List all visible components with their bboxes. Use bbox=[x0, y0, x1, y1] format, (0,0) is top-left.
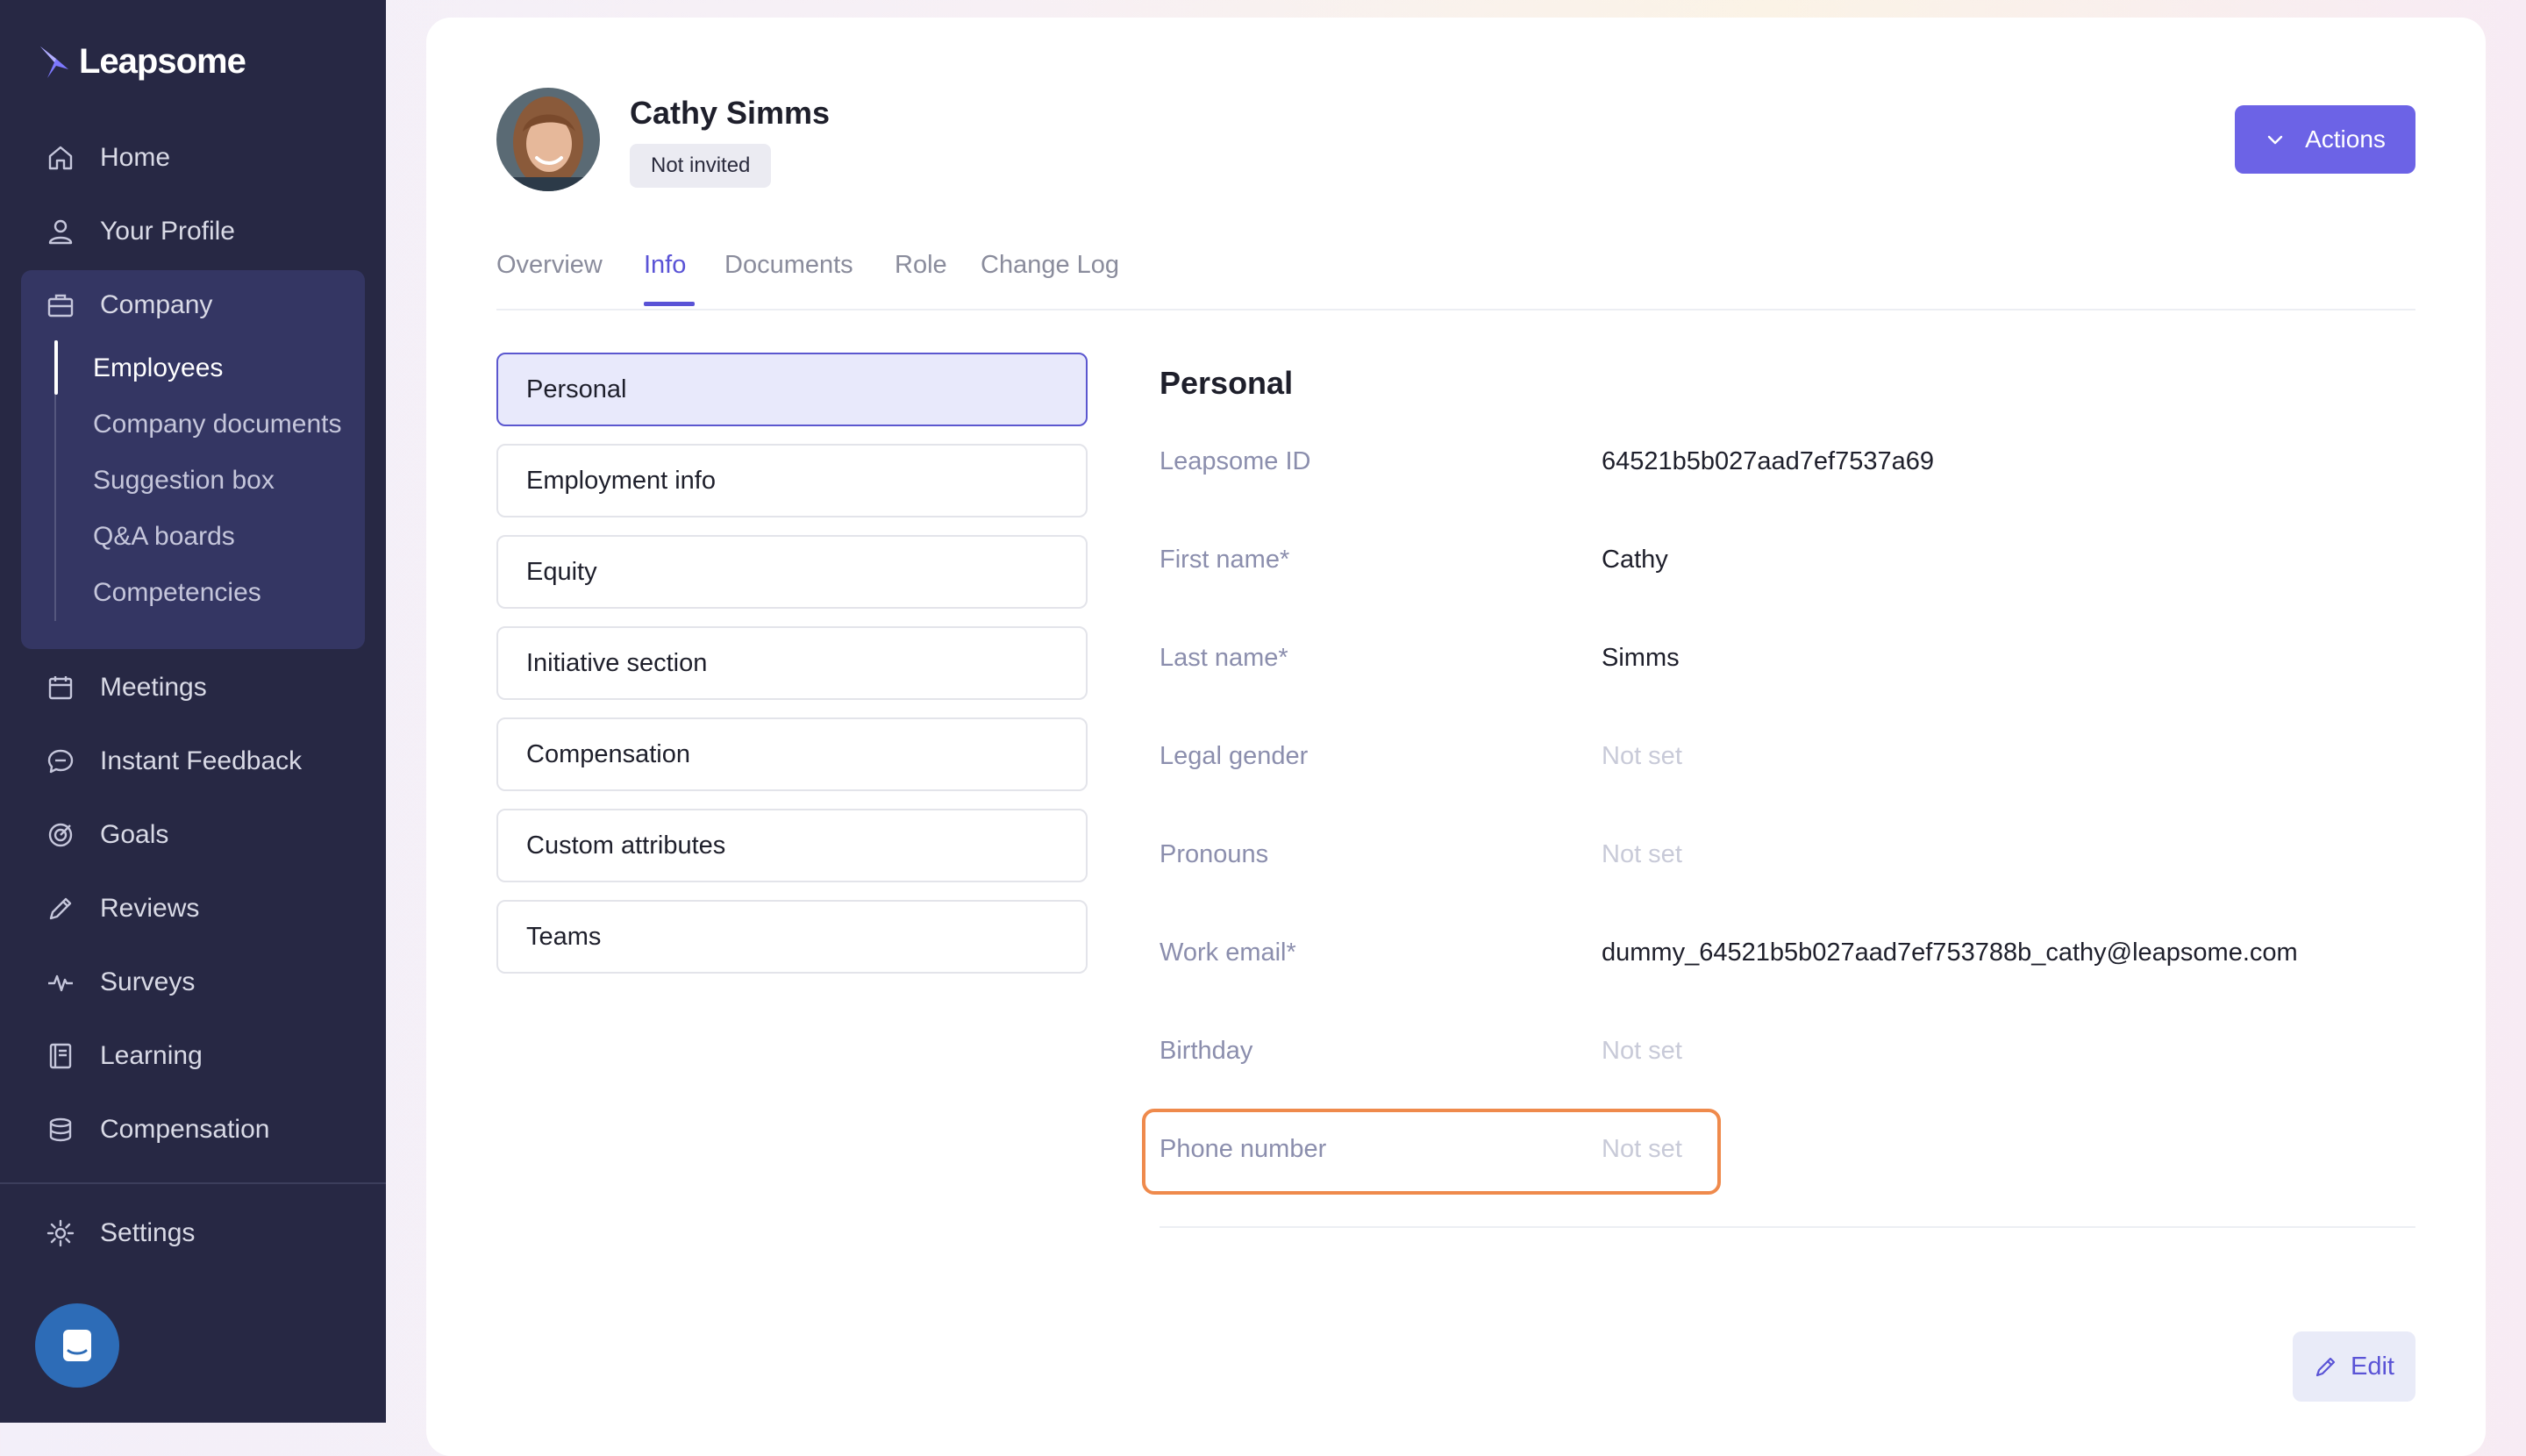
sidebar-item-your-profile[interactable]: Your Profile bbox=[46, 207, 235, 256]
sidebar-item-label: Company bbox=[100, 290, 213, 319]
sidebar: Leapsome Home Your Profile Company Emplo… bbox=[0, 0, 386, 1423]
employee-name: Cathy Simms bbox=[630, 95, 831, 131]
field-value-legal-gender: Not set bbox=[1602, 742, 1682, 770]
edit-button[interactable]: Edit bbox=[2293, 1331, 2415, 1402]
sidebar-item-compensation[interactable]: Compensation bbox=[46, 1105, 269, 1154]
chevron-down-icon bbox=[2267, 135, 2283, 145]
chat-launcher-button[interactable] bbox=[35, 1303, 119, 1388]
status-badge: Not invited bbox=[630, 144, 772, 188]
field-value-phone-number: Not set bbox=[1602, 1135, 1682, 1163]
home-icon bbox=[48, 146, 73, 170]
field-label-pronouns: Pronouns bbox=[1160, 840, 1269, 868]
tab-overview[interactable]: Overview bbox=[496, 251, 603, 280]
sidebar-item-learning[interactable]: Learning bbox=[46, 1031, 203, 1081]
tab-documents[interactable]: Documents bbox=[724, 251, 853, 280]
avatar-photo bbox=[496, 88, 600, 191]
detail-title: Personal bbox=[1160, 365, 1294, 401]
field-label-work-email: Work email* bbox=[1160, 939, 1296, 967]
sidebar-subitem-qa-boards[interactable]: Q&A boards bbox=[93, 517, 235, 556]
sidebar-item-company[interactable]: Company bbox=[46, 281, 212, 330]
field-value-pronouns: Not set bbox=[1602, 840, 1682, 868]
tab-role[interactable]: Role bbox=[895, 251, 947, 280]
sidebar-item-label: Learning bbox=[100, 1041, 203, 1070]
pencil-icon bbox=[2316, 1357, 2336, 1377]
sidebar-item-home[interactable]: Home bbox=[46, 133, 170, 182]
section-personal[interactable]: Personal bbox=[496, 353, 1088, 426]
tab-change-log[interactable]: Change Log bbox=[981, 251, 1119, 280]
actions-label: Actions bbox=[2305, 125, 2386, 153]
sidebar-item-label: Settings bbox=[100, 1218, 196, 1247]
sidebar-item-label: Instant Feedback bbox=[100, 746, 303, 775]
section-equity[interactable]: Equity bbox=[496, 535, 1088, 609]
sidebar-item-instant-feedback[interactable]: Instant Feedback bbox=[46, 737, 302, 786]
section-teams[interactable]: Teams bbox=[496, 900, 1088, 974]
field-label-phone-number: Phone number bbox=[1160, 1135, 1327, 1163]
sidebar-subitem-competencies[interactable]: Competencies bbox=[93, 574, 261, 612]
field-value-birthday: Not set bbox=[1602, 1037, 1682, 1065]
chat-bubble-icon bbox=[47, 749, 74, 774]
sidebar-item-label: Surveys bbox=[100, 967, 196, 996]
sidebar-item-surveys[interactable]: Surveys bbox=[46, 958, 195, 1007]
sidebar-item-label: Compensation bbox=[100, 1115, 270, 1144]
chat-icon bbox=[63, 1330, 91, 1361]
sidebar-item-label: Home bbox=[100, 143, 171, 172]
field-label-last-name: Last name* bbox=[1160, 644, 1288, 672]
sidebar-subitem-company-documents[interactable]: Company documents bbox=[93, 405, 341, 444]
gear-icon bbox=[46, 1219, 75, 1247]
field-label-birthday: Birthday bbox=[1160, 1037, 1253, 1065]
calendar-icon bbox=[48, 676, 73, 700]
sidebar-item-label: Reviews bbox=[100, 894, 200, 923]
section-compensation[interactable]: Compensation bbox=[496, 717, 1088, 791]
sidebar-item-settings[interactable]: Settings bbox=[46, 1209, 195, 1258]
sidebar-item-reviews[interactable]: Reviews bbox=[46, 884, 199, 933]
user-icon bbox=[48, 219, 73, 245]
profile-tabs: Overview Info Documents Role Change Log bbox=[496, 249, 2415, 310]
briefcase-icon bbox=[47, 294, 74, 318]
field-value-last-name: Simms bbox=[1602, 644, 1680, 672]
active-tab-indicator bbox=[644, 302, 695, 306]
sidebar-item-label: Meetings bbox=[100, 673, 207, 702]
section-initiative-section[interactable]: Initiative section bbox=[496, 626, 1088, 700]
sidebar-item-label: Goals bbox=[100, 820, 169, 849]
section-custom-attributes[interactable]: Custom attributes bbox=[496, 809, 1088, 882]
book-icon bbox=[49, 1043, 72, 1069]
tab-info[interactable]: Info bbox=[644, 251, 686, 280]
pencil-icon bbox=[49, 897, 72, 920]
actions-button[interactable]: Actions bbox=[2235, 105, 2415, 174]
sidebar-item-label: Your Profile bbox=[100, 217, 235, 246]
sidebar-item-meetings[interactable]: Meetings bbox=[46, 663, 207, 712]
avatar bbox=[496, 88, 600, 191]
field-label-first-name: First name* bbox=[1160, 546, 1290, 574]
field-label-leapsome-id: Leapsome ID bbox=[1160, 447, 1311, 475]
detail-divider bbox=[1160, 1226, 2415, 1228]
field-value-work-email: dummy_64521b5b027aad7ef753788b_cathy@lea… bbox=[1602, 939, 2298, 967]
active-indicator bbox=[54, 340, 58, 395]
target-icon bbox=[48, 823, 73, 847]
section-employment-info[interactable]: Employment info bbox=[496, 444, 1088, 517]
coins-icon bbox=[49, 1117, 72, 1142]
leapsome-bird-icon bbox=[40, 46, 68, 78]
sidebar-subitem-employees[interactable]: Employees bbox=[93, 349, 223, 388]
field-label-legal-gender: Legal gender bbox=[1160, 742, 1309, 770]
leapsome-logo[interactable]: Leapsome bbox=[37, 42, 246, 82]
sidebar-item-goals[interactable]: Goals bbox=[46, 810, 168, 860]
pulse-icon bbox=[48, 974, 73, 992]
sidebar-subitem-suggestion-box[interactable]: Suggestion box bbox=[93, 461, 275, 500]
edit-label: Edit bbox=[2351, 1352, 2394, 1381]
field-value-leapsome-id: 64521b5b027aad7ef7537a69 bbox=[1602, 447, 1935, 475]
sidebar-divider bbox=[0, 1182, 386, 1184]
brand-name: Leapsome bbox=[79, 42, 246, 81]
field-value-first-name: Cathy bbox=[1602, 546, 1668, 574]
